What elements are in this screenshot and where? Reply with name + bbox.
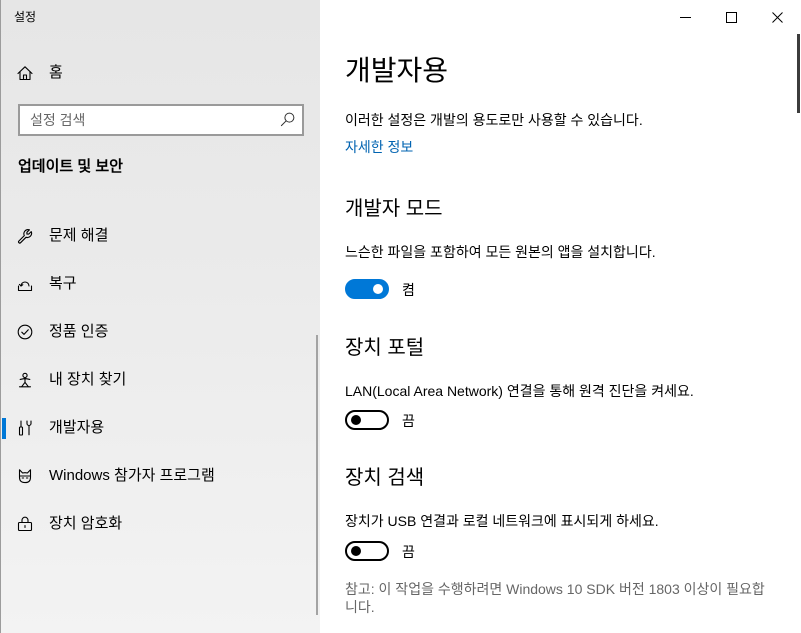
requirement-note: 참고: 이 작업을 수행하려면 Windows 10 SDK 버전 1803 이… [345, 581, 765, 615]
intro-text: 이러한 설정은 개발의 용도로만 사용할 수 있습니다. [345, 112, 643, 128]
developer-tools-icon [18, 420, 32, 436]
sidebar-item-troubleshoot[interactable]: 문제 해결 [0, 212, 316, 260]
minimize-icon [680, 17, 691, 18]
maximize-icon [726, 12, 737, 23]
content-scrollbar[interactable] [797, 34, 800, 113]
recovery-icon [17, 281, 33, 292]
sidebar-item-label: 개발자용 [49, 419, 105, 436]
insider-cat-icon [18, 469, 32, 484]
selected-indicator [2, 418, 6, 439]
sidebar: 설정 홈 업데이트 및 보안 문제 해결 [0, 0, 320, 633]
find-my-device-icon [18, 372, 32, 388]
search-box[interactable] [18, 104, 304, 136]
developer-mode-heading: 개발자 모드 [345, 198, 443, 220]
device-discovery-toggle[interactable] [345, 541, 389, 561]
sidebar-item-label: 정품 인증 [49, 323, 109, 340]
search-icon[interactable] [280, 112, 295, 127]
sidebar-item-find-my-device[interactable]: 내 장치 찾기 [0, 356, 316, 404]
device-discovery-description: 장치가 USB 연결과 로컬 네트워크에 표시되게 하세요. [345, 513, 659, 529]
minimize-button[interactable] [662, 0, 708, 32]
toggle-knob [351, 546, 361, 556]
sidebar-item-for-developers[interactable]: 개발자용 [0, 404, 316, 452]
sidebar-item-device-encryption[interactable]: 장치 암호화 [0, 500, 316, 548]
nav-home-label: 홈 [49, 64, 63, 81]
activation-check-icon [17, 324, 33, 340]
developer-mode-description: 느슨한 파일을 포함하여 모든 원본의 앱을 설치합니다. [345, 244, 656, 260]
sidebar-item-windows-insider-program[interactable]: Windows 참가자 프로그램 [0, 452, 316, 500]
home-icon [17, 66, 33, 81]
sidebar-scrollbar[interactable] [316, 335, 318, 615]
toggle-knob [373, 284, 383, 294]
sidebar-item-label: 장치 암호화 [49, 515, 123, 532]
device-encryption-icon [17, 516, 33, 532]
developer-mode-state-label: 켬 [402, 282, 415, 298]
sidebar-item-recovery[interactable]: 복구 [0, 260, 316, 308]
nav-home[interactable]: 홈 [0, 52, 316, 94]
toggle-knob [351, 415, 361, 425]
developer-mode-toggle[interactable] [345, 279, 389, 299]
close-button[interactable] [754, 0, 800, 32]
device-portal-state-label: 끔 [402, 413, 415, 429]
device-portal-description: LAN(Local Area Network) 연결을 통해 원격 진단을 켜세… [345, 383, 694, 399]
device-discovery-heading: 장치 검색 [345, 467, 425, 489]
search-input[interactable] [20, 106, 270, 134]
wrench-icon [18, 229, 33, 244]
device-portal-heading: 장치 포털 [345, 337, 425, 359]
sidebar-item-label: Windows 참가자 프로그램 [49, 467, 215, 484]
window-title: 설정 [14, 10, 37, 24]
close-icon [772, 12, 783, 23]
learn-more-link[interactable]: 자세한 정보 [345, 137, 413, 157]
device-portal-toggle[interactable] [345, 410, 389, 430]
sidebar-item-label: 문제 해결 [49, 227, 109, 244]
content-pane: 개발자용 이러한 설정은 개발의 용도로만 사용할 수 있습니다. 자세한 정보… [320, 0, 801, 633]
sidebar-item-label: 복구 [49, 275, 77, 292]
section-title: 업데이트 및 보안 [18, 158, 123, 175]
device-discovery-state-label: 끔 [402, 544, 415, 560]
maximize-button[interactable] [708, 0, 754, 32]
settings-window: 설정 홈 업데이트 및 보안 문제 해결 [0, 0, 801, 633]
sidebar-item-activation[interactable]: 정품 인증 [0, 308, 316, 356]
page-title: 개발자용 [345, 55, 449, 86]
sidebar-item-label: 내 장치 찾기 [49, 371, 127, 388]
